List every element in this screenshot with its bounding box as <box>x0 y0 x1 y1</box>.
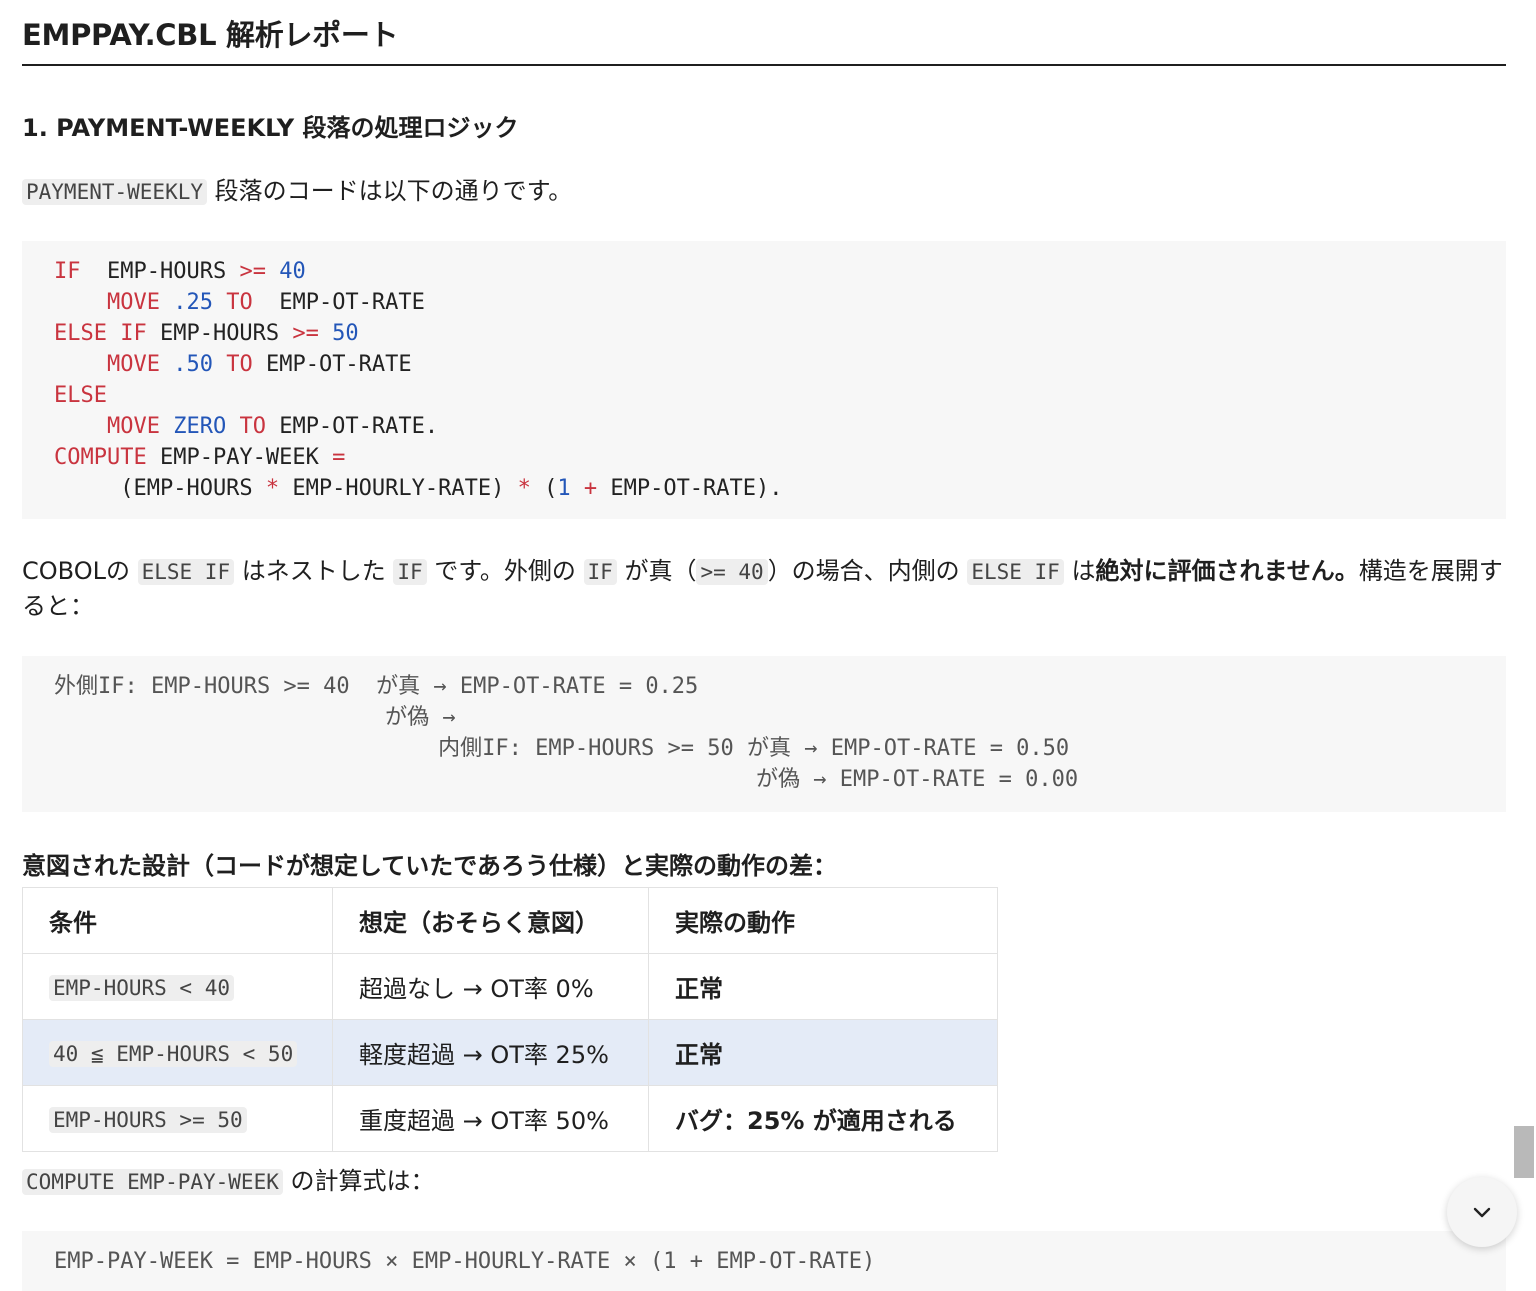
table-header: 条件 <box>22 887 333 954</box>
report-page: EMPPAY.CBL 解析レポート 1. PAYMENT-WEEKLY 段落の処… <box>22 0 1506 1291</box>
inline-code: >= 40 <box>696 559 768 585</box>
inline-code: ELSE IF <box>967 559 1064 585</box>
expanded-structure-block: 外側IF: EMP-HOURS >= 40 が真 → EMP-OT-RATE =… <box>22 656 1506 812</box>
code-line: が偽 → <box>54 705 456 730</box>
compute-paragraph: COMPUTE EMP-PAY-WEEK の計算式は： <box>22 1164 435 1199</box>
formula-block: EMP-PAY-WEEK = EMP-HOURS × EMP-HOURLY-RA… <box>22 1231 1506 1291</box>
diff-heading: 意図された設計（コードが想定していたであろう仕様）と実際の動作の差： <box>22 852 838 880</box>
expected-cell: 重度超過 → OT率 50% <box>332 1085 649 1152</box>
inline-code: PAYMENT-WEEKLY <box>22 179 208 205</box>
section-heading: 1. PAYMENT-WEEKLY 段落の処理ロジック <box>22 114 519 142</box>
code-line: EMP-PAY-WEEK = EMP-HOURS × EMP-HOURLY-RA… <box>54 1249 876 1274</box>
code-line: 外側IF: EMP-HOURS >= 40 が真 → EMP-OT-RATE =… <box>54 674 699 699</box>
expected-cell: 軽度超過 → OT率 25% <box>332 1019 649 1086</box>
condition-code: EMP-HOURS < 40 <box>49 974 235 1001</box>
table-header-row: 条件 想定（おそらく意図） 実際の動作 <box>22 887 998 954</box>
text: です。外側の <box>426 557 584 585</box>
page-title: EMPPAY.CBL 解析レポート <box>22 0 1506 66</box>
table-row: EMP-HOURS >= 50 重度超過 → OT率 50% バグ：25% が適… <box>22 1085 998 1152</box>
table-header: 実際の動作 <box>648 887 998 954</box>
table-row: 40 ≦ EMP-HOURS < 50 軽度超過 → OT率 25% 正常 <box>22 1019 998 1086</box>
chevron-down-icon <box>1473 1207 1491 1218</box>
code-line: が偽 → EMP-OT-RATE = 0.00 <box>54 767 1079 792</box>
inline-code: IF <box>583 559 617 585</box>
intro-paragraph: PAYMENT-WEEKLY 段落のコードは以下の通りです。 <box>22 174 572 209</box>
text: が真（ <box>616 557 697 585</box>
bold-text: 絶対に評価されません。 <box>1095 557 1359 585</box>
inline-code: IF <box>393 559 427 585</box>
expected-cell: 超過なし → OT率 0% <box>332 953 649 1020</box>
inline-code: COMPUTE EMP-PAY-WEEK <box>22 1169 283 1195</box>
text: はネストした <box>234 557 394 585</box>
actual-cell: バグ：25% が適用される <box>648 1085 998 1152</box>
condition-code: 40 ≦ EMP-HOURS < 50 <box>49 1040 298 1067</box>
scrollbar-thumb[interactable] <box>1514 1126 1534 1178</box>
text: ）の場合、内側の <box>767 557 968 585</box>
inline-code: ELSE IF <box>137 559 235 585</box>
scroll-down-button[interactable] <box>1447 1177 1517 1247</box>
text: は <box>1063 557 1096 585</box>
actual-cell: 正常 <box>648 953 998 1020</box>
explanation-paragraph: COBOLの ELSE IF はネストした IF です。外側の IF が真（ >=… <box>22 554 1506 623</box>
table-header: 想定（おそらく意図） <box>332 887 649 954</box>
comparison-table: 条件 想定（おそらく意図） 実際の動作 EMP-HOURS < 40 超過なし … <box>22 887 998 1152</box>
cobol-code-block: IF EMP-HOURS >= 40 MOVE .25 TO EMP-OT-RA… <box>22 241 1506 519</box>
text: COBOLの <box>22 557 138 585</box>
table-row: EMP-HOURS < 40 超過なし → OT率 0% 正常 <box>22 953 998 1020</box>
code-line: 内側IF: EMP-HOURS >= 50 が真 → EMP-OT-RATE =… <box>54 736 1070 761</box>
text: の計算式は： <box>282 1167 435 1195</box>
actual-cell: 正常 <box>648 1019 998 1086</box>
intro-text: 段落のコードは以下の通りです。 <box>207 177 573 205</box>
condition-code: EMP-HOURS >= 50 <box>49 1106 247 1133</box>
